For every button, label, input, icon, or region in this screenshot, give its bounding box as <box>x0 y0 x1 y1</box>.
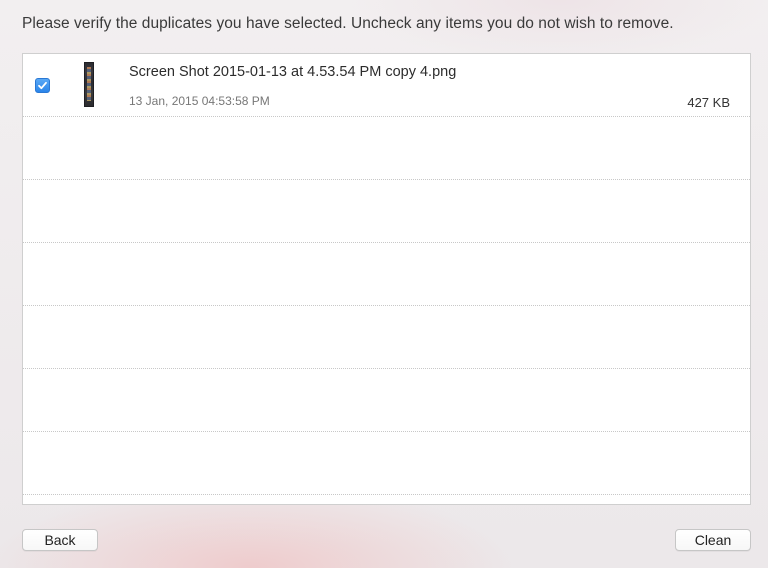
clean-button[interactable]: Clean <box>675 529 751 551</box>
back-button[interactable]: Back <box>22 529 98 551</box>
empty-row <box>23 369 750 432</box>
checkmark-icon <box>38 81 47 90</box>
empty-row <box>23 306 750 369</box>
file-name: Screen Shot 2015-01-13 at 4.53.54 PM cop… <box>129 64 457 80</box>
instruction-text: Please verify the duplicates you have se… <box>22 15 674 32</box>
item-checkbox[interactable] <box>35 78 50 93</box>
empty-row <box>23 117 750 180</box>
empty-row <box>23 180 750 243</box>
file-thumbnail <box>84 62 94 107</box>
duplicates-list[interactable]: Screen Shot 2015-01-13 at 4.53.54 PM cop… <box>22 53 751 505</box>
list-item[interactable]: Screen Shot 2015-01-13 at 4.53.54 PM cop… <box>23 54 750 117</box>
empty-row <box>23 432 750 495</box>
file-size: 427 KB <box>687 95 730 110</box>
empty-row <box>23 243 750 306</box>
file-date: 13 Jan, 2015 04:53:58 PM <box>129 94 270 108</box>
